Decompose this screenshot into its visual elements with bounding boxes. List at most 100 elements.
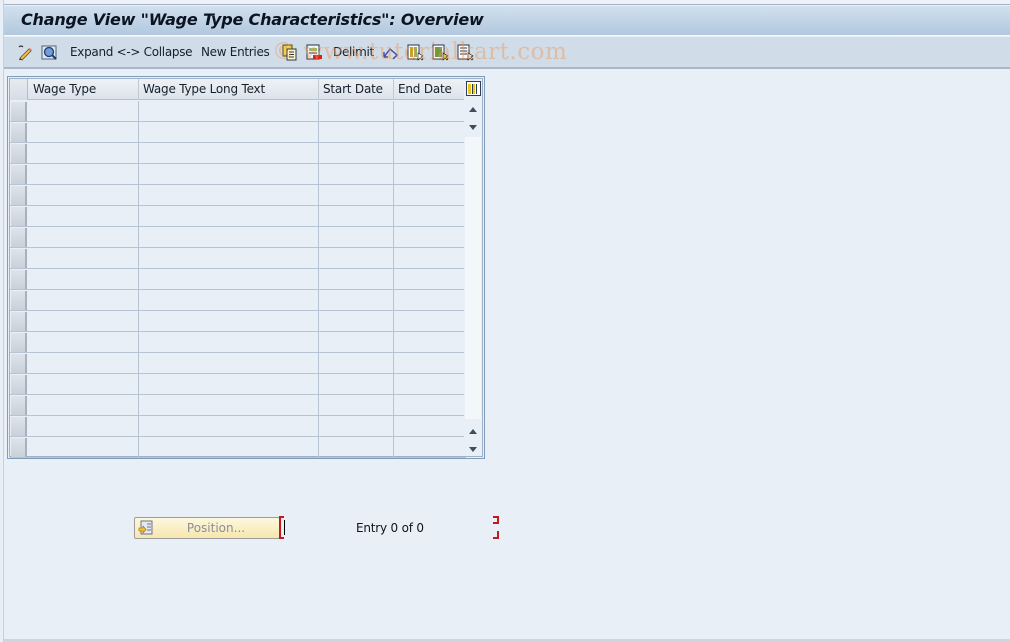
table-cell[interactable] xyxy=(29,437,139,458)
row-selector[interactable] xyxy=(11,375,27,394)
row-selector[interactable] xyxy=(11,312,27,331)
table-cell[interactable] xyxy=(29,374,139,395)
table-cell[interactable] xyxy=(319,206,394,227)
row-selector[interactable] xyxy=(11,228,27,247)
copy-as-button[interactable] xyxy=(281,43,298,61)
table-cell[interactable] xyxy=(139,101,319,122)
scroll-down-button[interactable] xyxy=(465,118,481,136)
page-up-button[interactable] xyxy=(465,422,481,440)
row-selector[interactable] xyxy=(11,186,27,205)
table-cell[interactable] xyxy=(139,122,319,143)
table-cell[interactable] xyxy=(29,101,139,122)
row-selector[interactable] xyxy=(11,165,27,184)
table-cell[interactable] xyxy=(319,269,394,290)
page-down-button[interactable] xyxy=(465,440,481,458)
table-cell[interactable] xyxy=(139,374,319,395)
table-cell[interactable] xyxy=(139,227,319,248)
table-cell[interactable] xyxy=(394,206,466,227)
table-cell[interactable] xyxy=(394,311,466,332)
row-selector[interactable] xyxy=(11,396,27,415)
table-cell[interactable] xyxy=(394,353,466,374)
table-cell[interactable] xyxy=(394,374,466,395)
table-cell[interactable] xyxy=(319,437,394,458)
table-cell[interactable] xyxy=(29,164,139,185)
table-cell[interactable] xyxy=(319,143,394,164)
expand-collapse-button[interactable]: Expand <-> Collapse xyxy=(70,43,193,61)
delimit-button[interactable]: Delimit xyxy=(333,43,374,61)
row-selector[interactable] xyxy=(11,270,27,289)
new-entries-button[interactable]: New Entries xyxy=(201,43,270,61)
table-cell[interactable] xyxy=(319,353,394,374)
table-settings-icon[interactable] xyxy=(466,81,481,96)
deselect-all-button[interactable] xyxy=(457,43,474,61)
column-header-start-date[interactable]: Start Date xyxy=(319,79,394,100)
row-selector[interactable] xyxy=(11,354,27,373)
table-cell[interactable] xyxy=(394,185,466,206)
table-cell[interactable] xyxy=(394,248,466,269)
table-cell[interactable] xyxy=(394,122,466,143)
table-cell[interactable] xyxy=(319,185,394,206)
table-cell[interactable] xyxy=(319,374,394,395)
vertical-scrollbar[interactable] xyxy=(464,79,482,456)
table-cell[interactable] xyxy=(319,122,394,143)
table-cell[interactable] xyxy=(29,143,139,164)
table-cell[interactable] xyxy=(29,206,139,227)
table-cell[interactable] xyxy=(139,416,319,437)
select-all-button[interactable] xyxy=(407,43,424,61)
table-cell[interactable] xyxy=(394,437,466,458)
table-cell[interactable] xyxy=(29,185,139,206)
table-cell[interactable] xyxy=(139,395,319,416)
table-cell[interactable] xyxy=(319,227,394,248)
scroll-up-button[interactable] xyxy=(465,100,481,118)
row-selector[interactable] xyxy=(11,291,27,310)
row-selector[interactable] xyxy=(11,417,27,436)
table-cell[interactable] xyxy=(139,164,319,185)
row-selector[interactable] xyxy=(11,438,27,457)
table-cell[interactable] xyxy=(319,290,394,311)
table-cell[interactable] xyxy=(29,122,139,143)
table-cell[interactable] xyxy=(319,248,394,269)
table-cell[interactable] xyxy=(394,332,466,353)
table-cell[interactable] xyxy=(29,290,139,311)
table-cell[interactable] xyxy=(394,290,466,311)
row-selector[interactable] xyxy=(11,123,27,142)
table-cell[interactable] xyxy=(394,164,466,185)
table-cell[interactable] xyxy=(394,143,466,164)
table-cell[interactable] xyxy=(394,395,466,416)
table-cell[interactable] xyxy=(139,311,319,332)
table-cell[interactable] xyxy=(394,416,466,437)
table-cell[interactable] xyxy=(29,311,139,332)
table-cell[interactable] xyxy=(319,164,394,185)
row-selector[interactable] xyxy=(11,207,27,226)
row-selector[interactable] xyxy=(11,333,27,352)
table-cell[interactable] xyxy=(319,311,394,332)
table-cell[interactable] xyxy=(319,416,394,437)
table-cell[interactable] xyxy=(139,353,319,374)
undo-change-button[interactable] xyxy=(382,43,399,61)
select-block-button[interactable] xyxy=(432,43,449,61)
table-cell[interactable] xyxy=(29,248,139,269)
table-cell[interactable] xyxy=(139,143,319,164)
table-cell[interactable] xyxy=(139,185,319,206)
table-cell[interactable] xyxy=(139,248,319,269)
position-button[interactable]: Position... xyxy=(134,517,280,539)
table-cell[interactable] xyxy=(319,332,394,353)
row-selector[interactable] xyxy=(11,249,27,268)
table-cell[interactable] xyxy=(139,437,319,458)
table-cell[interactable] xyxy=(139,269,319,290)
table-cell[interactable] xyxy=(319,101,394,122)
table-cell[interactable] xyxy=(29,227,139,248)
table-cell[interactable] xyxy=(394,227,466,248)
row-selector[interactable] xyxy=(11,102,27,121)
scroll-track[interactable] xyxy=(465,137,481,419)
table-cell[interactable] xyxy=(139,290,319,311)
table-cell[interactable] xyxy=(29,353,139,374)
select-all-rows-button[interactable] xyxy=(10,79,28,100)
delete-button[interactable] xyxy=(306,43,323,61)
details-button[interactable] xyxy=(41,43,58,61)
row-selector[interactable] xyxy=(11,144,27,163)
column-header-wage-type[interactable]: Wage Type xyxy=(29,79,139,100)
table-cell[interactable] xyxy=(394,101,466,122)
table-cell[interactable] xyxy=(29,395,139,416)
table-cell[interactable] xyxy=(29,269,139,290)
